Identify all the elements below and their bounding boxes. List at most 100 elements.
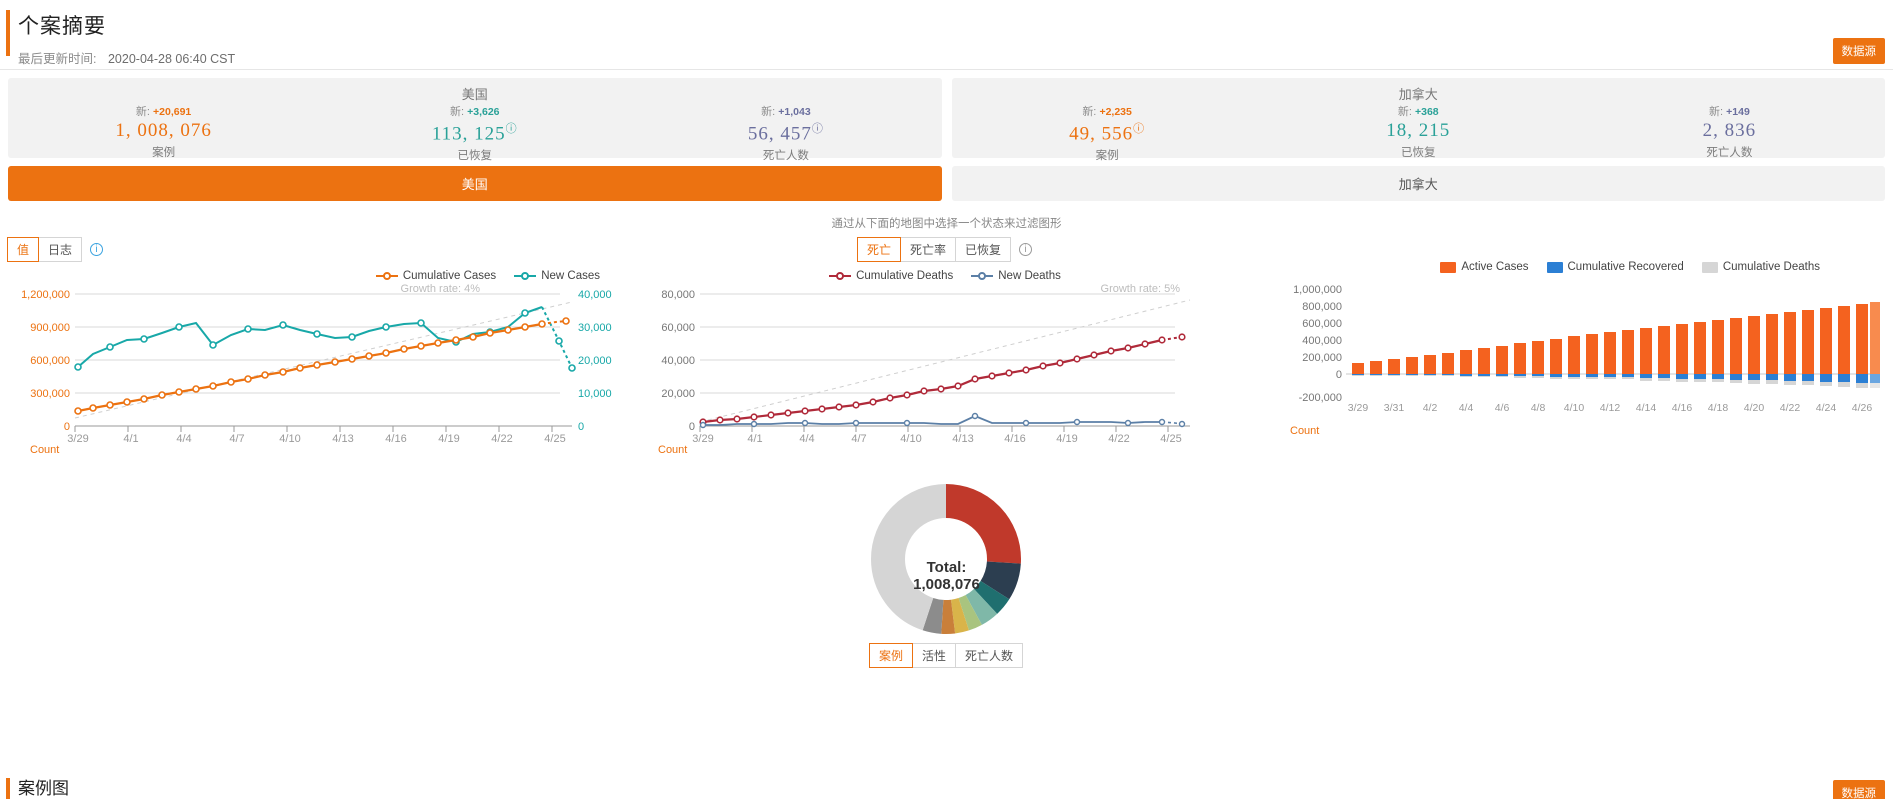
svg-text:4/4: 4/4 [1459, 402, 1474, 414]
svg-text:0: 0 [689, 421, 695, 433]
donut-tab-active[interactable]: 活性 [911, 643, 956, 668]
info-circle-icon[interactable]: ⓘ [812, 123, 824, 135]
toggle-recovered[interactable]: 已恢复 [955, 237, 1012, 262]
deaths-growth-rate-note: Growth rate: 5% [1100, 283, 1180, 295]
cases-chart-legend: Cumulative Cases New Cases [0, 270, 630, 282]
toggle-value[interactable]: 值 [7, 237, 40, 262]
card-stats-canada: 新: +2,235 49, 556ⓘ 案例 新: +368 18, 215 已恢… [952, 103, 1886, 163]
svg-text:4/26: 4/26 [1852, 402, 1873, 414]
last-updated-timestamp: 2020-04-28 06:40 CST [107, 52, 236, 66]
svg-text:40,000: 40,000 [661, 355, 695, 367]
stat-cards-row: 美国 新: +20,691 1, 008, 076 案例 新: +3,626 1… [0, 70, 1893, 162]
deaths-chart-legend: Cumulative Deaths New Deaths [630, 270, 1260, 282]
svg-text:400,000: 400,000 [1302, 335, 1342, 347]
new-delta: +1,043 [778, 106, 811, 118]
donut-tab-deaths[interactable]: 死亡人数 [955, 643, 1024, 668]
svg-text:1,200,000: 1,200,000 [21, 289, 70, 301]
datasource-button[interactable]: 数据源 [1832, 38, 1885, 64]
legend-item-cumulative-cases[interactable]: Cumulative Cases [375, 270, 497, 282]
legend-label: Cumulative Cases [402, 270, 497, 282]
color-swatch-icon [1546, 261, 1563, 273]
page-header: 个案摘要 最后更新时间: 2020-04-28 06:40 CST 数据源 [0, 0, 1893, 70]
line-marker-icon [375, 271, 398, 281]
svg-text:80,000: 80,000 [661, 289, 695, 301]
svg-text:30,000: 30,000 [578, 322, 612, 334]
footer-datasource-button[interactable]: 数据源 [1832, 780, 1885, 799]
svg-text:1,000,000: 1,000,000 [1293, 284, 1342, 296]
stat-label-us-deaths: 死亡人数 [762, 150, 809, 163]
stat-card-us: 美国 新: +20,691 1, 008, 076 案例 新: +3,626 1… [8, 78, 942, 162]
svg-text:4/4: 4/4 [799, 433, 814, 442]
stat-label-ca-cases: 案例 [1095, 150, 1119, 163]
dashboard-page: 个案摘要 最后更新时间: 2020-04-28 06:40 CST 数据源 美国… [0, 0, 1893, 799]
country-tab-us[interactable]: 美国 [8, 166, 942, 201]
country-tab-canada[interactable]: 加拿大 [951, 166, 1885, 201]
legend-item-active-cases[interactable]: Active Cases [1440, 261, 1529, 273]
svg-text:-200,000: -200,000 [1299, 392, 1342, 404]
info-circle-icon[interactable]: ⓘ [1133, 123, 1145, 135]
info-icon[interactable]: i [1019, 243, 1033, 256]
deaths-chart-axis-name: Count [658, 444, 688, 456]
svg-text:4/4: 4/4 [176, 433, 191, 442]
svg-text:600,000: 600,000 [1302, 318, 1342, 330]
stat-number: 56, 457 [747, 123, 812, 145]
stat-number: 49, 556 [1069, 123, 1134, 145]
svg-text:4/12: 4/12 [1600, 402, 1621, 414]
cases-growth-rate-note: Growth rate: 4% [400, 283, 480, 295]
svg-text:4/7: 4/7 [851, 433, 866, 442]
cases-chart-axis-name: Count [30, 444, 60, 456]
last-updated: 最后更新时间: 2020-04-28 06:40 CST [18, 48, 1893, 67]
svg-text:4/19: 4/19 [438, 433, 459, 442]
svg-text:4/25: 4/25 [544, 433, 565, 442]
stat-label-ca-recovered: 已恢复 [1401, 147, 1436, 159]
svg-text:4/6: 4/6 [1495, 402, 1510, 414]
line-marker-icon [829, 271, 852, 281]
toggle-deaths[interactable]: 死亡 [856, 237, 901, 262]
legend-item-new-cases[interactable]: New Cases [514, 270, 600, 282]
footer-accent-bar [6, 778, 10, 799]
legend-item-cumulative-recovered[interactable]: Cumulative Recovered [1546, 261, 1684, 273]
breakdown-chart-axis-name: Count [1290, 425, 1320, 437]
info-circle-icon[interactable]: ⓘ [506, 123, 518, 135]
new-delta: +368 [1414, 106, 1439, 118]
color-swatch-icon [1701, 261, 1718, 273]
legend-item-cumulative-deaths[interactable]: Cumulative Deaths [1701, 261, 1820, 273]
deaths-chart-panel: 死亡 死亡率 已恢复 i Cumulative Deaths New Death… [630, 237, 1260, 456]
stat-value-us-cases: 1, 008, 076 [115, 120, 212, 141]
last-updated-label: 最后更新时间: [18, 52, 97, 66]
card-title-us: 美国 [461, 87, 488, 102]
svg-text:4/18: 4/18 [1708, 402, 1729, 414]
svg-text:4/22: 4/22 [1108, 433, 1129, 442]
info-icon[interactable]: i [90, 243, 104, 256]
svg-text:4/16: 4/16 [1004, 433, 1025, 442]
legend-label: Active Cases [1461, 261, 1529, 273]
donut-tab-cases[interactable]: 案例 [868, 643, 913, 668]
svg-text:4/14: 4/14 [1636, 402, 1657, 414]
stat-new-us-cases: 新: +20,691 [8, 103, 319, 119]
title-accent-bar [6, 10, 10, 56]
svg-text:20,000: 20,000 [578, 355, 612, 367]
svg-text:4/10: 4/10 [279, 433, 300, 442]
stat-us-deaths: 新: +1,043 56, 457ⓘ 死亡人数 [630, 103, 941, 163]
toggle-death-rate[interactable]: 死亡率 [899, 237, 956, 262]
legend-label: New Deaths [998, 270, 1061, 282]
svg-text:40,000: 40,000 [578, 289, 612, 301]
toggle-log[interactable]: 日志 [38, 237, 83, 262]
stat-number: 113, 125 [431, 123, 506, 145]
new-delta: +149 [1726, 106, 1750, 118]
svg-text:4/20: 4/20 [1744, 402, 1765, 414]
legend-item-cumulative-deaths[interactable]: Cumulative Deaths [829, 270, 953, 282]
svg-text:4/16: 4/16 [1672, 402, 1693, 414]
svg-text:20,000: 20,000 [661, 388, 695, 400]
donut-total-label: Total: [926, 559, 967, 576]
stat-new-ca-recovered: 新: +368 [1263, 103, 1574, 119]
legend-item-new-deaths[interactable]: New Deaths [971, 270, 1061, 282]
deaths-chart-svg: 80,000 60,000 40,000 20,000 0 3/29 4/1 4… [661, 289, 1191, 442]
svg-text:4/10: 4/10 [1564, 402, 1585, 414]
svg-text:3/29: 3/29 [1348, 402, 1369, 414]
legend-label: New Cases [541, 270, 600, 282]
svg-text:900,000: 900,000 [30, 322, 70, 334]
new-delta: +3,626 [467, 106, 500, 118]
cases-scale-toggle: 值 日志 i [7, 237, 630, 262]
stat-label-us-recovered: 已恢复 [457, 150, 493, 163]
